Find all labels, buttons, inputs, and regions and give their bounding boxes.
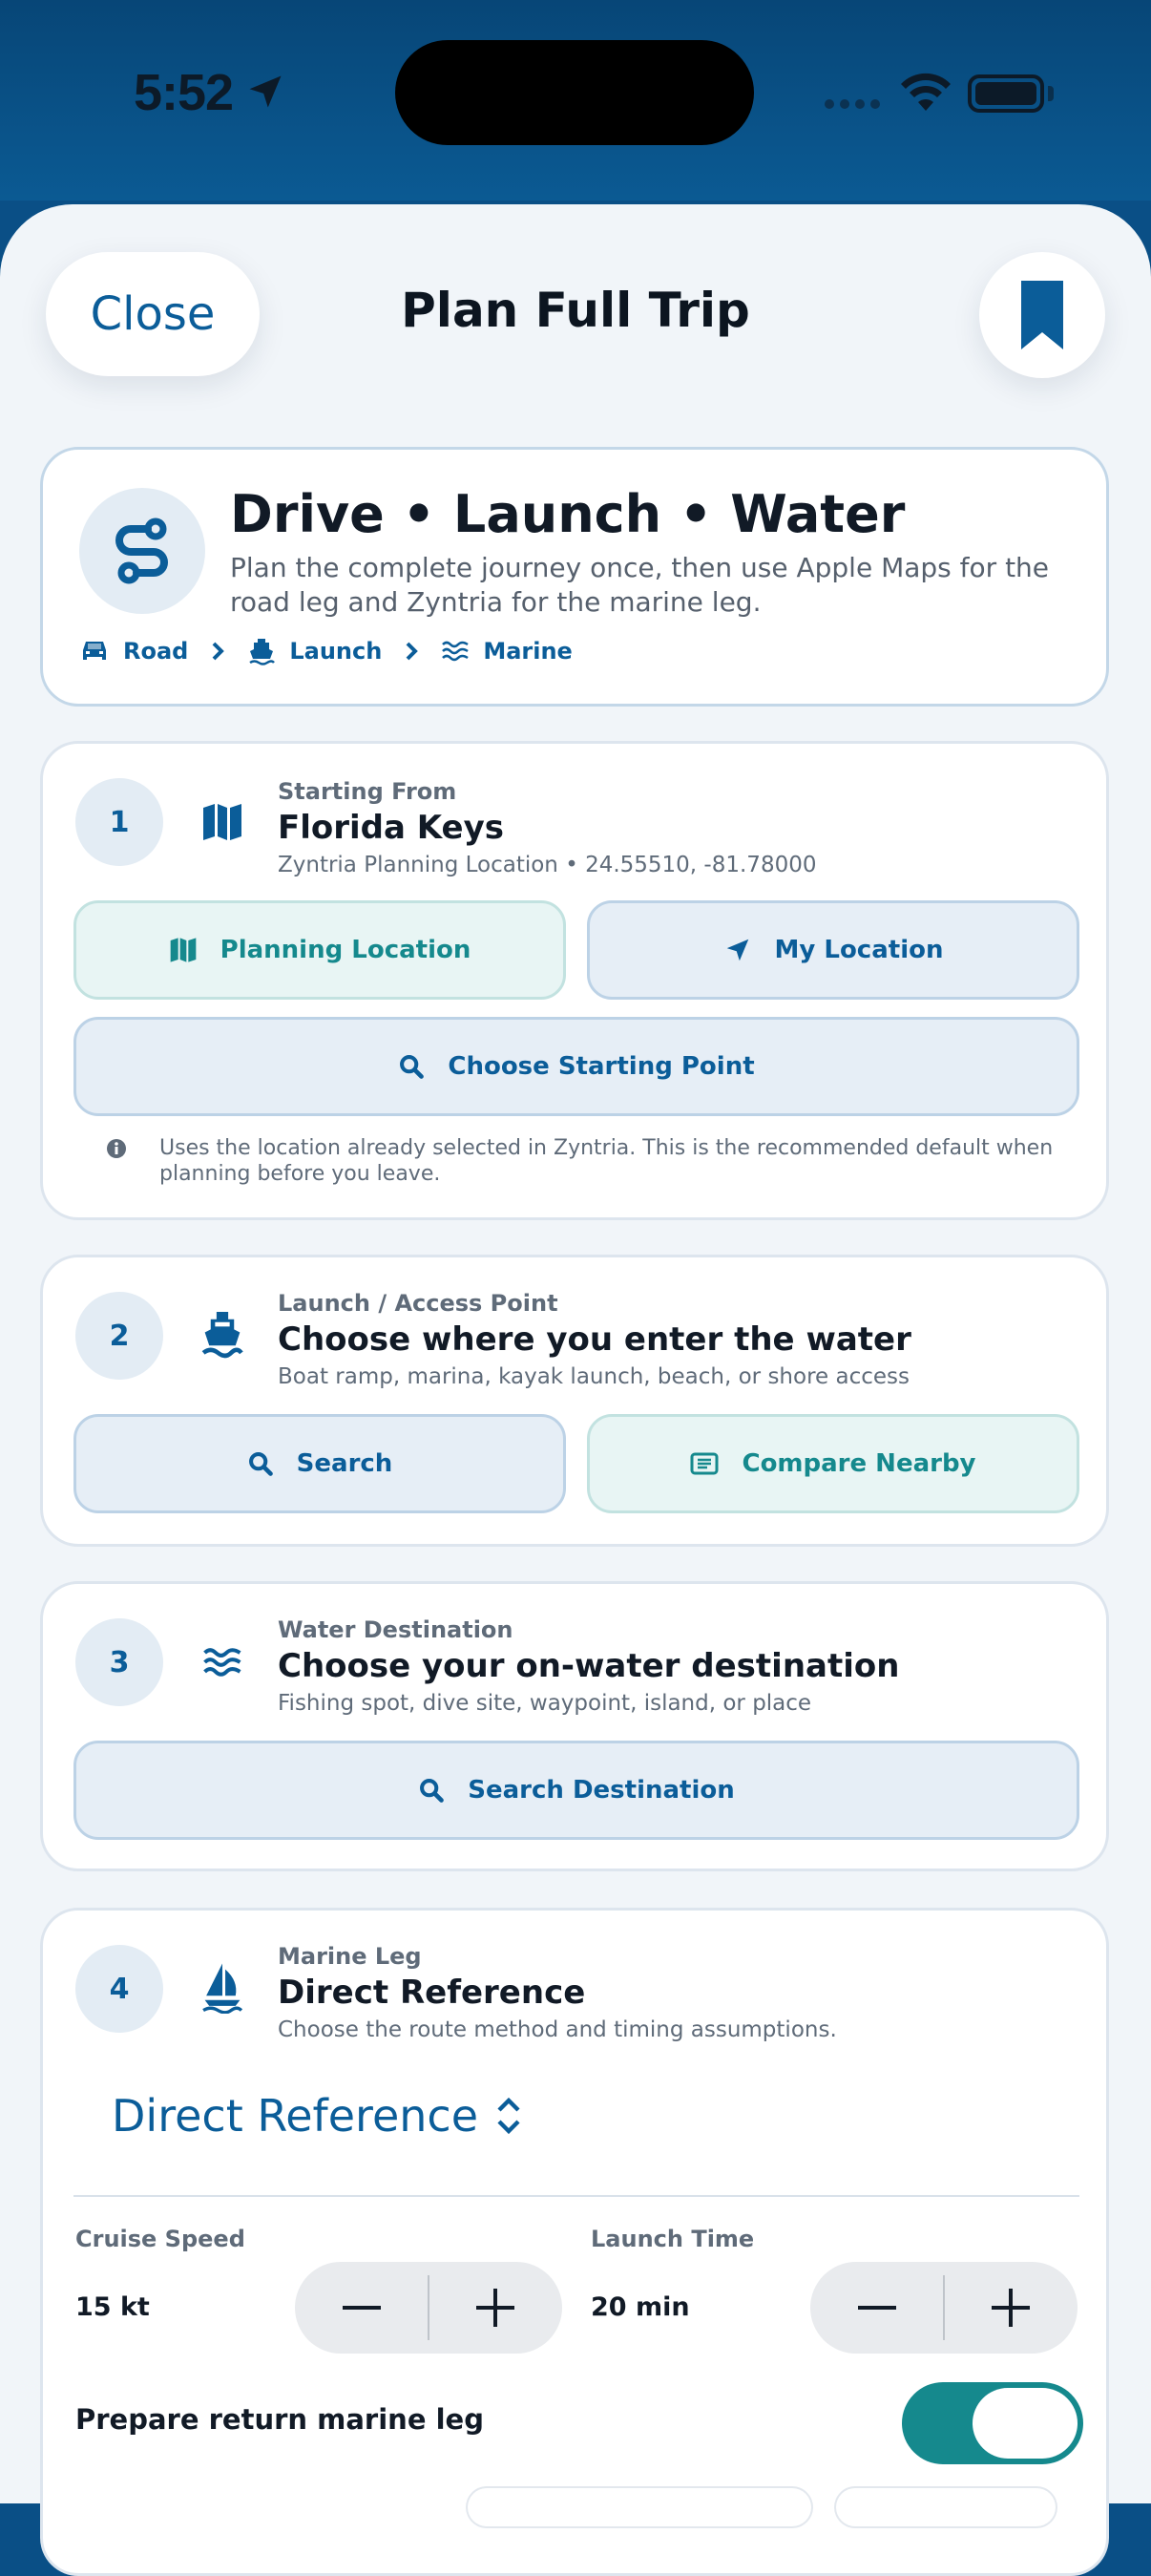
plus-icon	[476, 2289, 514, 2327]
plus-icon	[992, 2289, 1030, 2327]
launch-time-stepper	[810, 2262, 1078, 2354]
return-leg-label: Prepare return marine leg	[75, 2403, 484, 2436]
step-number: 1	[75, 778, 163, 866]
minus-icon	[343, 2306, 381, 2310]
crumb-marine: Marine	[483, 638, 573, 665]
step-title: Choose your on-water destination	[278, 1647, 900, 1685]
route-badge	[79, 488, 205, 614]
wifi-icon	[901, 73, 951, 111]
trip-overview-card: Drive • Launch • Water Plan the complete…	[40, 447, 1109, 707]
step-title: Direct Reference	[278, 1974, 586, 2012]
hero-title: Drive • Launch • Water	[230, 484, 906, 544]
status-time: 5:52	[134, 64, 234, 121]
step-title: Choose where you enter the water	[278, 1320, 911, 1359]
hero-subtitle: Plan the complete journey once, then use…	[230, 552, 1050, 618]
step-kicker: Launch / Access Point	[278, 1290, 558, 1317]
location-arrow-icon	[249, 75, 282, 108]
chevron-up-down-icon	[497, 2097, 520, 2135]
location-arrow-icon	[726, 939, 748, 961]
ferry-icon	[194, 1305, 251, 1362]
increment-button[interactable]	[429, 2262, 562, 2354]
step-kicker: Starting From	[278, 778, 457, 805]
starting-location-name: Florida Keys	[278, 809, 504, 847]
search-icon	[420, 1779, 445, 1803]
search-icon	[248, 1452, 273, 1476]
partial-button[interactable]	[836, 2488, 1056, 2526]
search-launch-button[interactable]: Search	[73, 1414, 566, 1513]
step-number: 2	[75, 1292, 163, 1380]
marine-leg-card: 4 Marine Leg Direct Reference Choose the…	[40, 1908, 1109, 2576]
chevron-right-icon	[212, 642, 225, 661]
chevron-right-icon	[406, 642, 419, 661]
crumb-road: Road	[123, 638, 189, 665]
compare-nearby-button[interactable]: Compare Nearby	[587, 1414, 1079, 1513]
search-destination-button[interactable]: Search Destination	[73, 1741, 1079, 1840]
waves-icon	[194, 1634, 251, 1691]
dynamic-island	[395, 40, 754, 145]
launch-point-card: 2 Launch / Access Point Choose where you…	[40, 1255, 1109, 1547]
step-number: 4	[75, 1945, 163, 2033]
map-icon	[170, 938, 196, 962]
waves-icon	[442, 641, 470, 662]
route-icon	[115, 517, 168, 584]
starting-point-card: 1 Starting From Florida Keys Zyntria Pla…	[40, 741, 1109, 1220]
step-kicker: Marine Leg	[278, 1943, 422, 1970]
info-icon	[107, 1139, 126, 1158]
cellular-icon	[825, 99, 880, 109]
step-subtitle: Boat ramp, marina, kayak launch, beach, …	[278, 1364, 910, 1389]
list-icon	[690, 1452, 719, 1475]
partial-button[interactable]	[468, 2488, 811, 2526]
decrement-button[interactable]	[810, 2262, 944, 2354]
cruise-speed-label: Cruise Speed	[75, 2226, 245, 2252]
map-icon	[194, 793, 251, 851]
ferry-icon	[249, 639, 276, 665]
step-number: 3	[75, 1618, 163, 1706]
bookmark-button[interactable]	[979, 252, 1105, 378]
step-subtitle: Choose the route method and timing assum…	[278, 2017, 837, 2042]
destination-card: 3 Water Destination Choose your on-water…	[40, 1581, 1109, 1871]
car-icon	[83, 642, 106, 660]
toggle-knob	[973, 2388, 1078, 2459]
crumb-launch: Launch	[289, 638, 383, 665]
starting-location-detail: Zyntria Planning Location • 24.55510, -8…	[278, 853, 817, 877]
route-method-picker[interactable]: Direct Reference	[112, 2090, 522, 2142]
decrement-button[interactable]	[295, 2262, 429, 2354]
step-kicker: Water Destination	[278, 1616, 513, 1643]
launch-time-value: 20 min	[591, 2292, 690, 2322]
minus-icon	[858, 2306, 896, 2310]
increment-button[interactable]	[944, 2262, 1078, 2354]
cruise-speed-value: 15 kt	[75, 2292, 150, 2322]
page-title: Plan Full Trip	[401, 283, 750, 338]
sailboat-icon	[194, 1958, 251, 2016]
step-subtitle: Fishing spot, dive site, waypoint, islan…	[278, 1691, 812, 1716]
cruise-speed-stepper	[295, 2262, 562, 2354]
search-icon	[400, 1055, 425, 1079]
divider	[73, 2195, 1079, 2197]
launch-time-label: Launch Time	[591, 2226, 755, 2252]
return-leg-toggle[interactable]	[902, 2382, 1083, 2464]
bookmark-icon	[1021, 281, 1063, 349]
choose-starting-point-button[interactable]: Choose Starting Point	[73, 1017, 1079, 1116]
my-location-button[interactable]: My Location	[587, 900, 1079, 1000]
breadcrumb: Road Launch Marine	[79, 637, 573, 665]
battery-icon	[968, 74, 1044, 113]
status-bar: 5:52	[0, 0, 1151, 201]
planning-location-button[interactable]: Planning Location	[73, 900, 566, 1000]
